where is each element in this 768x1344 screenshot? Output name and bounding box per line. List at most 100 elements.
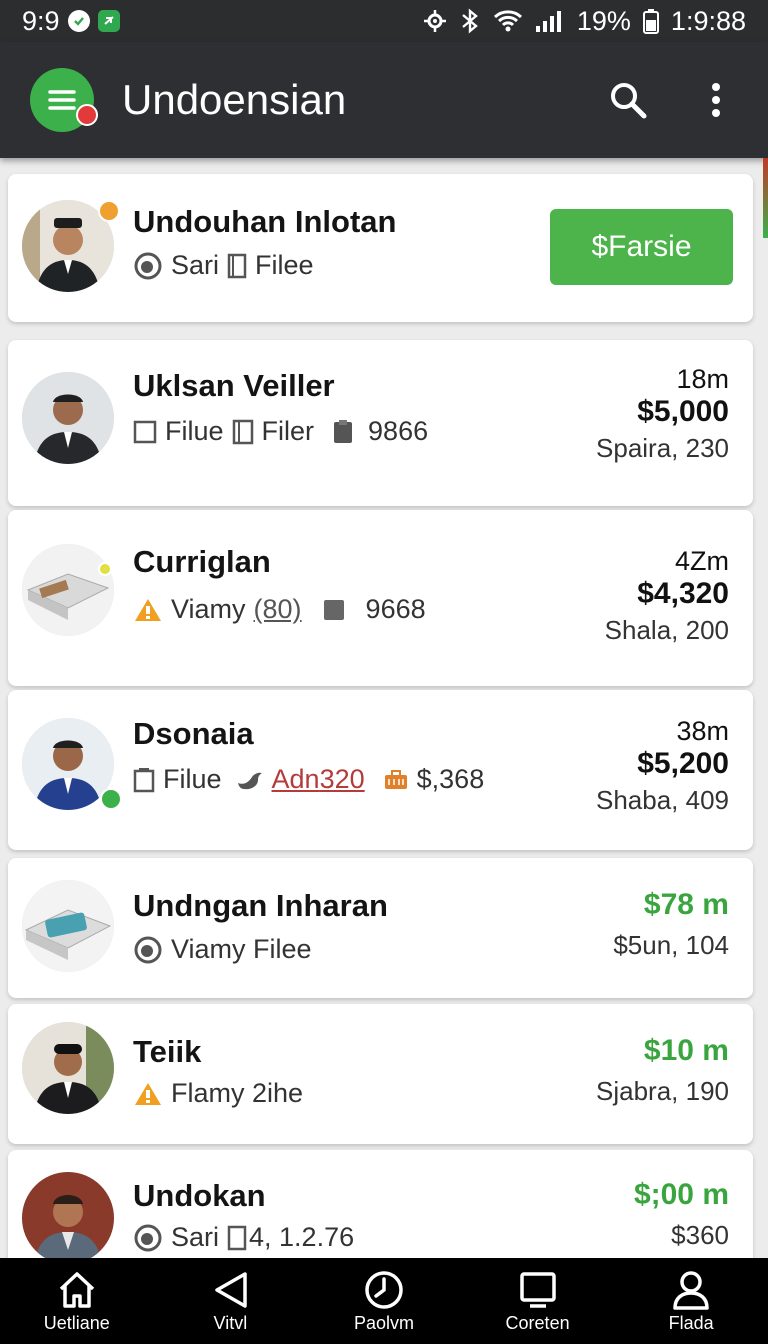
item-meta: Filue Adn320 $,368 [133,764,484,795]
app-title: Undoensian [122,76,347,123]
item-details: $78 m $5un, 104 [613,888,729,961]
search-button[interactable] [606,78,650,122]
clipboard-icon [332,419,354,445]
item-subtext: Spaira, 230 [596,433,729,463]
document-icon [227,1225,247,1251]
action-button[interactable]: $Farsie [550,209,733,285]
meta-text: Adn320 [271,764,365,794]
item-name: Curriglan [133,544,271,579]
nav-item-square[interactable]: Coreten [461,1258,615,1344]
meta-text: Sari [171,1222,220,1252]
online-badge [100,788,122,810]
status-time-right: 1:9:88 [670,5,746,36]
item-time: 18m [676,364,729,394]
battery-percent: 19% [576,5,631,36]
signal-icon [535,9,565,33]
battery-icon [642,8,659,34]
brightness-icon [423,9,447,33]
wifi-icon [493,9,523,33]
status-time-left: 9:9 [22,5,60,36]
item-time: 4Zm [675,546,729,576]
item-subtext: Shaba, 409 [595,785,729,815]
meta-text: Viamy Filee [171,934,312,964]
item-name: Teiik [133,1034,202,1069]
avatar [22,1172,114,1264]
avatar [22,880,114,972]
meta-text: Filue [165,416,224,446]
nav-label: Vitvl [213,1312,248,1333]
meta-text: $,368 [416,764,485,794]
meta-text: 9866 [368,416,429,446]
item-meta: Viamy (80) 9668 [133,594,426,625]
document-icon [133,767,155,793]
meta-text: Flamy 2ihe [171,1078,304,1108]
nav-label: Uetliane [43,1312,110,1333]
item-name: Undouhan Inlotan [133,204,397,239]
item-price: $4,320 [637,577,729,610]
item-amount: $;00 m [633,1178,729,1211]
item-meta: Sari Filee [133,250,314,281]
bottom-navigation: Uetliane Vitvl Paolvm Coreten Flada [0,1258,768,1344]
list-item[interactable]: Undouhan Inlotan Sari Filee $Farsie [8,174,753,322]
nav-item-back[interactable]: Vitvl [154,1258,308,1344]
list-item[interactable]: Dsonaia Filue Adn320 $,368 38m $5,200 Sh… [8,690,753,850]
avatar [22,544,114,636]
list-item[interactable]: Uklsan Veiller Filue Filer 9866 18m $5,0… [8,340,753,506]
item-details: 38m $5,200 Shaba, 409 [596,716,729,816]
home-icon [59,1271,94,1308]
meta-text: Filue [163,764,222,794]
item-time: 38m [676,716,729,746]
item-name: Undokan [133,1178,266,1213]
list-item[interactable]: Teiik Flamy 2ihe $10 m Sjabra, 190 [8,1004,753,1144]
chat-icon [133,251,163,281]
document-icon [227,253,247,279]
clock-icon [365,1270,403,1309]
item-name: Uklsan Veiller [133,368,335,403]
status-bar: 9:9 19% 1:9:88 [0,0,768,42]
whatsapp-icon [67,10,90,32]
item-subtext: Shala, 200 [604,615,729,645]
notification-app-icon [97,10,120,32]
meta-text: 9668 [365,594,426,624]
nav-label: Paolvm [353,1312,414,1333]
bird-icon [236,769,264,791]
nav-label: Coreten [505,1312,570,1333]
accent-edge [763,158,768,238]
item-details: 4Zm $4,320 Shala, 200 [605,546,729,646]
chat-icon [133,1223,163,1253]
nav-item-profile[interactable]: Flada [614,1258,768,1344]
meta-link[interactable]: (80) [254,594,302,625]
avatar [22,1022,114,1114]
nav-item-clock[interactable]: Paolvm [307,1258,461,1344]
item-name: Undngan Inharan [133,888,388,923]
meta-text: 4, 1.2.76 [249,1222,355,1252]
list-item[interactable]: Curriglan Viamy (80) 9668 4Zm $4,320 Shal… [8,510,753,686]
avatar [22,372,114,464]
item-details: $10 m Sjabra, 190 [596,1034,729,1107]
meta-link[interactable]: 320 [320,764,365,794]
item-details: 18m $5,000 Spaira, 230 [596,364,729,464]
menu-button[interactable] [30,68,98,132]
avatar-badge [98,562,112,576]
avatar-badge [98,200,120,222]
square-icon [322,598,346,622]
warning-icon [133,597,163,623]
item-meta: Sari 4, 1.2.76 [133,1222,354,1253]
overflow-menu-button[interactable] [694,78,738,122]
person-icon [673,1270,709,1310]
item-price: $5,200 [637,747,729,780]
more-vertical-icon [712,83,720,117]
item-subtext: $360 [671,1220,729,1250]
square-icon [519,1271,556,1308]
search-icon [611,83,647,119]
nav-label: Flada [668,1312,714,1333]
item-meta: Viamy Filee [133,934,312,965]
back-icon [215,1271,248,1308]
meta-text: Sari [171,250,220,280]
nav-item-home[interactable]: Uetliane [0,1258,154,1344]
briefcase-icon [383,769,409,791]
app-bar: Undoensian [0,42,768,158]
menu-icon [48,90,76,110]
warning-icon [133,1081,163,1107]
list-item[interactable]: Undngan Inharan Viamy Filee $78 m $5un, … [8,858,753,998]
